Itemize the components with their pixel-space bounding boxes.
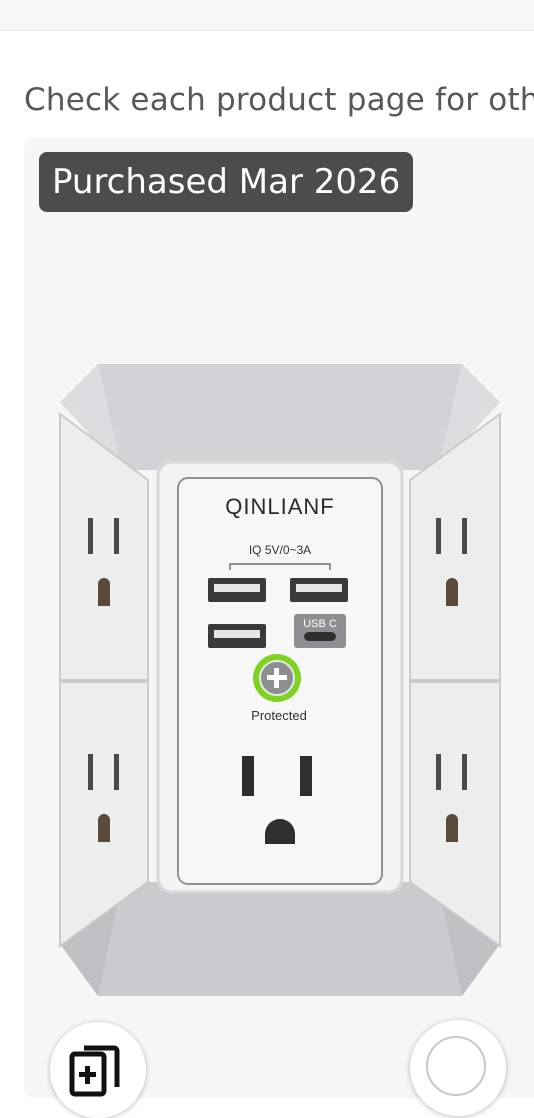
protected-label: Protected (251, 708, 307, 723)
add-to-list-button[interactable] (50, 1022, 146, 1118)
add-to-list-icon (69, 1045, 120, 1097)
select-button[interactable] (410, 1020, 506, 1116)
usb-spec-text: IQ 5V/0~3A (249, 543, 311, 557)
brand-text: QINLIANF (225, 494, 334, 519)
purchased-badge: Purchased Mar 2026 (39, 152, 414, 212)
top-bar (0, 0, 534, 31)
usb-c-label: USB C (303, 618, 337, 630)
product-image[interactable]: QINLIANF IQ 5V/0~3A USB C Protected (58, 362, 502, 998)
select-circle-icon (426, 1036, 486, 1096)
hint-text: Check each product page for oth (24, 82, 534, 118)
